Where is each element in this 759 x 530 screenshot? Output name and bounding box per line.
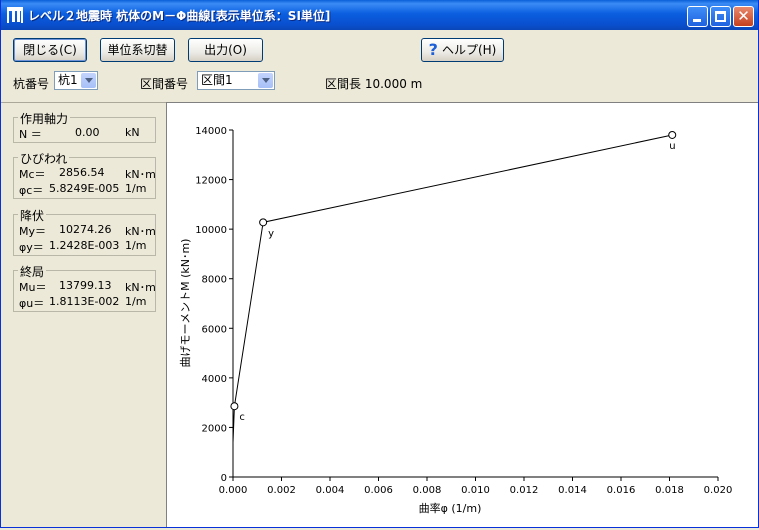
chevron-down-icon[interactable] bbox=[258, 73, 273, 88]
yield-group: 降伏 My＝ 10274.26 kN･m φy＝ 1.2428E-003 1/m bbox=[13, 207, 156, 256]
title-bar[interactable]: レベル２地震時 杭体のM－Φ曲線[表示単位系：SI単位] ✕ bbox=[1, 0, 758, 30]
crack-curvature-value: 5.8249E-005 bbox=[49, 182, 120, 195]
ultimate-moment-unit: kN･m bbox=[125, 281, 156, 294]
minimize-icon bbox=[693, 19, 701, 22]
y-axis-label: 曲げモーメントM (kN･m) bbox=[179, 239, 192, 368]
point-y-marker bbox=[259, 218, 268, 227]
crack-moment-value: 2856.54 bbox=[59, 166, 105, 179]
x-axis-label: 曲率φ (1/m) bbox=[419, 501, 482, 515]
x-tick-label: 0.020 bbox=[704, 485, 733, 496]
y-tick-label: 4000 bbox=[202, 374, 227, 385]
axial-force-title: 作用軸力 bbox=[18, 110, 71, 127]
section-length-label: 区間長 bbox=[325, 77, 362, 91]
y-tick-label: 2000 bbox=[202, 423, 227, 434]
crack-curvature-label: φc＝ bbox=[19, 184, 44, 197]
axial-force-label: N ＝ bbox=[19, 128, 42, 141]
y-tick-label: 0 bbox=[221, 473, 227, 484]
point-y-label: y bbox=[268, 228, 274, 239]
yield-moment-label: My＝ bbox=[19, 225, 47, 238]
pile-number-value: 杭1 bbox=[58, 73, 78, 87]
axial-force-value: 0.00 bbox=[75, 126, 100, 139]
y-tick-label: 12000 bbox=[195, 176, 227, 187]
x-tick-label: 0.016 bbox=[607, 485, 636, 496]
axial-force-unit: kN bbox=[125, 126, 140, 139]
ultimate-curvature-value: 1.8113E-002 bbox=[49, 295, 120, 308]
maximize-icon bbox=[715, 11, 726, 22]
output-button-label: 出力(O) bbox=[204, 43, 247, 57]
x-tick-label: 0.014 bbox=[558, 485, 587, 496]
close-button-label: 閉じる(C) bbox=[23, 43, 77, 57]
unit-toggle-button[interactable]: 単位系切替 bbox=[100, 38, 175, 62]
point-u-marker bbox=[668, 130, 677, 139]
section-length-readout: 区間長 10.000 m bbox=[325, 75, 422, 92]
y-tick-label: 6000 bbox=[202, 324, 227, 335]
section-length-value: 10.000 bbox=[364, 77, 407, 91]
help-icon: ? bbox=[428, 40, 438, 59]
ultimate-group: 終局 Mu＝ 13799.13 kN･m φu＝ 1.8113E-002 1/m bbox=[13, 263, 156, 312]
point-u-label: u bbox=[669, 141, 675, 152]
pile-number-select[interactable]: 杭1 bbox=[54, 71, 98, 90]
crack-group: ひびわれ Mc＝ 2856.54 kN･m φc＝ 5.8249E-005 1/… bbox=[13, 150, 156, 199]
yield-moment-unit: kN･m bbox=[125, 225, 156, 238]
x-tick-label: 0.010 bbox=[461, 485, 490, 496]
unit-toggle-button-label: 単位系切替 bbox=[107, 43, 168, 57]
section-number-label: 区間番号 bbox=[140, 77, 189, 91]
x-tick-label: 0.000 bbox=[219, 485, 248, 496]
close-window-button[interactable]: ✕ bbox=[733, 6, 754, 27]
y-tick-label: 10000 bbox=[195, 225, 227, 236]
crack-moment-label: Mc＝ bbox=[19, 168, 46, 181]
yield-curvature-unit: 1/m bbox=[125, 239, 147, 252]
pile-number-label: 杭番号 bbox=[13, 77, 50, 91]
yield-curvature-label: φy＝ bbox=[19, 241, 44, 254]
axial-force-group: 作用軸力 N ＝ 0.00 kN bbox=[13, 110, 156, 143]
results-panel: 作用軸力 N ＝ 0.00 kN ひびわれ Mc＝ 2856.54 kN･m φ… bbox=[1, 102, 166, 527]
point-c-label: c bbox=[239, 412, 245, 423]
ultimate-curvature-label: φu＝ bbox=[19, 297, 45, 310]
output-button[interactable]: 出力(O) bbox=[188, 38, 263, 62]
x-tick-label: 0.008 bbox=[413, 485, 442, 496]
crack-curvature-unit: 1/m bbox=[125, 182, 147, 195]
chevron-down-icon[interactable] bbox=[81, 73, 96, 88]
help-button[interactable]: ? ヘルプ(H) bbox=[421, 38, 504, 62]
mphi-curve-window: レベル２地震時 杭体のM－Φ曲線[表示単位系：SI単位] ✕ 閉じる(C) 単位… bbox=[0, 0, 759, 528]
yield-moment-value: 10274.26 bbox=[59, 223, 112, 236]
ultimate-curvature-unit: 1/m bbox=[125, 295, 147, 308]
ultimate-moment-label: Mu＝ bbox=[19, 281, 47, 294]
close-button[interactable]: 閉じる(C) bbox=[13, 38, 87, 62]
crack-title: ひびわれ bbox=[18, 150, 70, 167]
toolbar: 閉じる(C) 単位系切替 出力(O) ? ヘルプ(H) 杭番号 杭1 区間番号 区… bbox=[1, 30, 758, 102]
x-tick-label: 0.018 bbox=[655, 485, 684, 496]
mphi-chart-panel: 0 2000 4000 6000 8000 10000 12000 14000 0.000 0.0… bbox=[166, 102, 758, 527]
close-icon: ✕ bbox=[737, 7, 750, 25]
section-length-unit: m bbox=[410, 77, 423, 91]
ultimate-moment-value: 13799.13 bbox=[59, 279, 112, 292]
ultimate-title: 終局 bbox=[18, 263, 47, 280]
y-tick-label: 14000 bbox=[195, 126, 227, 137]
maximize-button[interactable] bbox=[710, 6, 731, 27]
yield-title: 降伏 bbox=[18, 207, 47, 224]
x-tick-label: 0.006 bbox=[364, 485, 393, 496]
window-title: レベル２地震時 杭体のM－Φ曲線[表示単位系：SI単位] bbox=[28, 9, 331, 23]
help-button-label: ヘルプ(H) bbox=[441, 43, 497, 57]
section-number-select[interactable]: 区間1 bbox=[197, 71, 275, 90]
minimize-button[interactable] bbox=[687, 6, 708, 27]
x-tick-label: 0.004 bbox=[316, 485, 345, 496]
x-tick-label: 0.012 bbox=[510, 485, 539, 496]
mphi-curve-line bbox=[232, 134, 673, 443]
yield-curvature-value: 1.2428E-003 bbox=[49, 239, 120, 252]
section-number-value: 区間1 bbox=[201, 73, 233, 87]
mphi-chart: 0 2000 4000 6000 8000 10000 12000 14000 0.000 0.0… bbox=[179, 126, 733, 515]
crack-moment-unit: kN･m bbox=[125, 168, 156, 181]
y-tick-label: 8000 bbox=[202, 275, 227, 286]
app-icon bbox=[7, 7, 23, 23]
x-tick-label: 0.002 bbox=[267, 485, 296, 496]
point-c-marker bbox=[230, 402, 239, 411]
